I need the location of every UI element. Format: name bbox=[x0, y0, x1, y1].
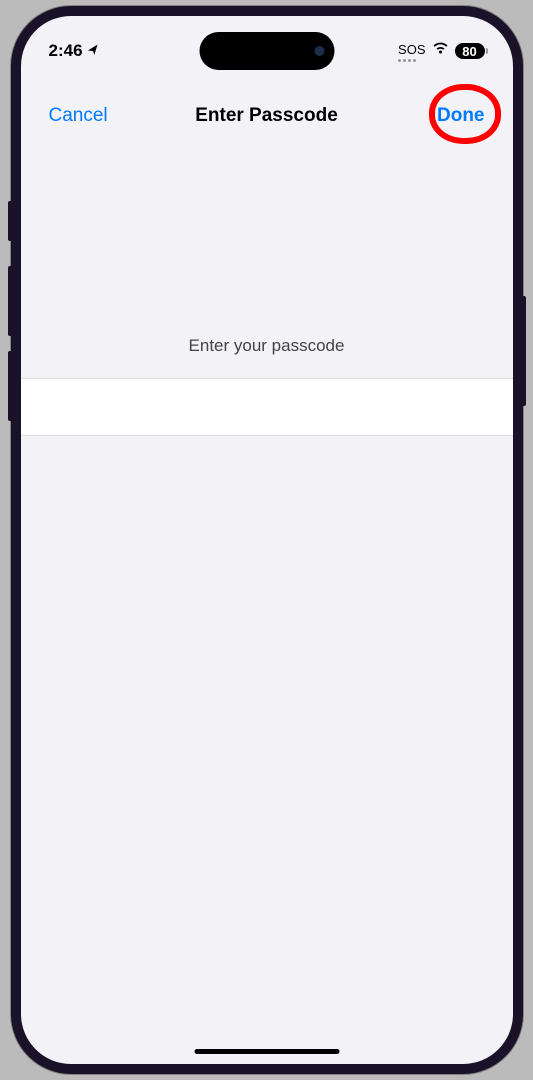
passcode-prompt: Enter your passcode bbox=[21, 336, 513, 356]
screen: 2:46 SOS 80 bbox=[21, 16, 513, 1064]
dynamic-island bbox=[199, 32, 334, 70]
battery-percent: 80 bbox=[462, 44, 476, 59]
home-indicator[interactable] bbox=[194, 1049, 339, 1054]
done-button[interactable]: Done bbox=[437, 105, 485, 127]
content-area: Enter your passcode bbox=[21, 146, 513, 1064]
volume-down-button bbox=[8, 351, 11, 421]
phone-frame: 2:46 SOS 80 bbox=[11, 6, 523, 1074]
battery-icon: 80 bbox=[455, 43, 485, 59]
passcode-input[interactable] bbox=[21, 378, 513, 436]
front-camera bbox=[314, 46, 324, 56]
silent-switch bbox=[8, 201, 11, 241]
signal-dots-icon bbox=[398, 59, 425, 62]
location-arrow-icon bbox=[86, 43, 99, 60]
status-left: 2:46 bbox=[49, 41, 99, 61]
power-button bbox=[523, 296, 526, 406]
status-right: SOS 80 bbox=[398, 41, 484, 62]
sos-label: SOS bbox=[398, 42, 425, 57]
cancel-button[interactable]: Cancel bbox=[49, 105, 108, 127]
wifi-icon bbox=[432, 42, 449, 60]
status-time: 2:46 bbox=[49, 41, 83, 61]
page-title: Enter Passcode bbox=[195, 105, 338, 127]
sos-indicator: SOS bbox=[398, 41, 425, 62]
volume-up-button bbox=[8, 266, 11, 336]
